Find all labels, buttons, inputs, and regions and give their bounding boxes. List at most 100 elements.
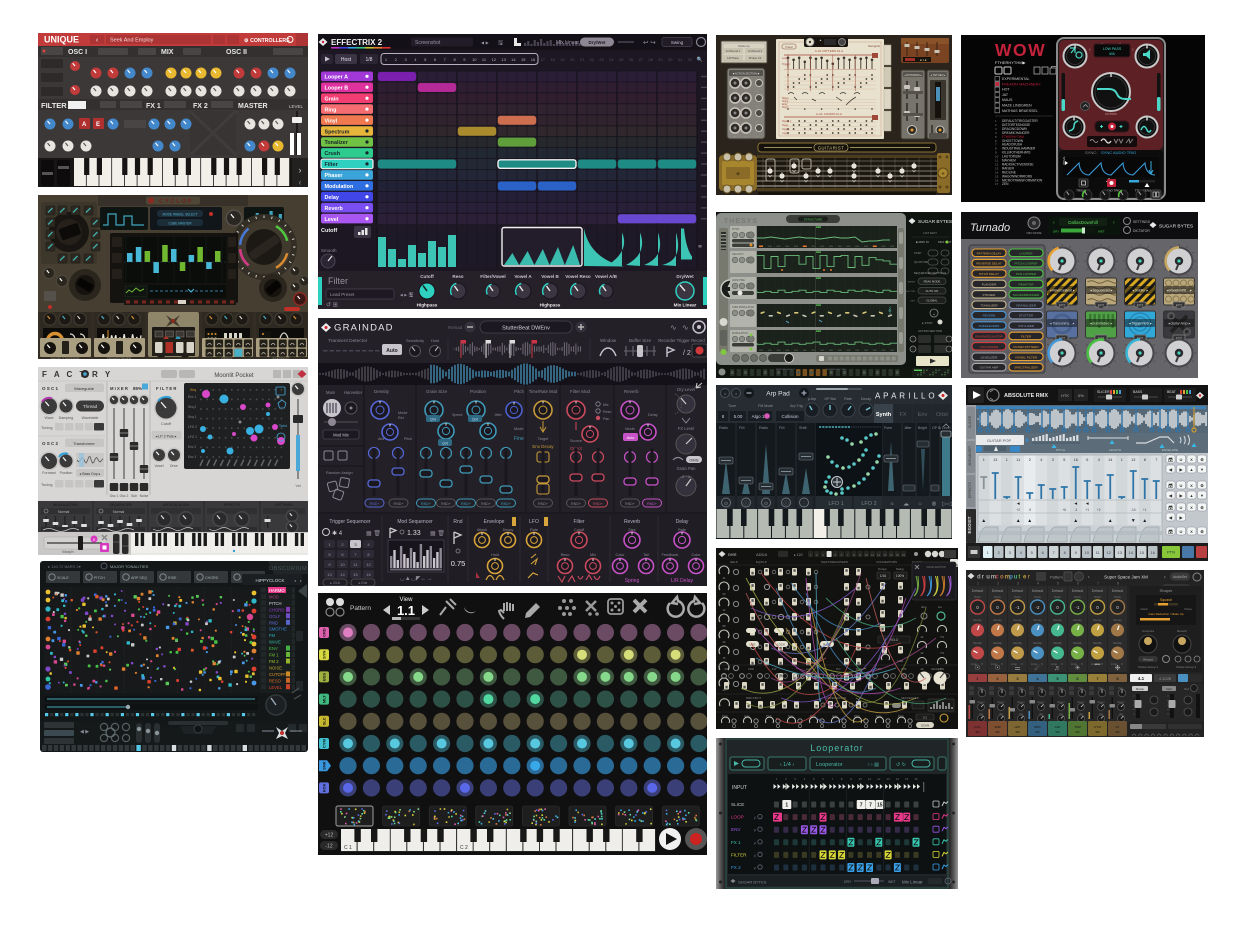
svg-text:16: 16 xyxy=(366,572,371,577)
svg-text:Pitch: Pitch xyxy=(1074,595,1081,599)
svg-text:Choke Group 2: Choke Group 2 xyxy=(1176,665,1197,669)
svg-text:Default: Default xyxy=(972,589,983,593)
svg-text:....: .... xyxy=(734,135,737,138)
svg-text:FM: FM xyxy=(269,633,276,638)
svg-text:MLT: MLT xyxy=(322,695,327,703)
svg-text:0.2: 0.2 xyxy=(923,716,928,720)
svg-text:Modify: Modify xyxy=(1073,641,1082,645)
svg-text:15: 15 xyxy=(521,57,526,62)
svg-text:Seq: Seq xyxy=(190,388,196,392)
svg-text:LEVEL: LEVEL xyxy=(269,685,283,690)
svg-text:Speed: Speed xyxy=(452,413,462,417)
svg-text:10: 10 xyxy=(865,553,869,557)
svg-text:24: 24 xyxy=(609,57,614,62)
svg-text:⊙: ⊙ xyxy=(724,501,728,507)
svg-text:13: 13 xyxy=(1117,550,1122,555)
svg-text:Rel: Rel xyxy=(398,416,404,420)
svg-text:....: .... xyxy=(756,135,759,138)
svg-text:RIPPLE: RIPPLE xyxy=(221,357,232,359)
svg-text:Target: Target xyxy=(538,437,549,441)
svg-text:STEP: STEP xyxy=(914,251,921,255)
svg-text:RND+: RND+ xyxy=(647,502,657,506)
svg-text:LFO 2: LFO 2 xyxy=(188,425,197,429)
svg-text:⚙: ⚙ xyxy=(1200,505,1204,510)
svg-text:FILTER: FILTER xyxy=(731,852,747,857)
svg-text:☄: ☄ xyxy=(1034,663,1040,672)
svg-text:17: 17 xyxy=(995,182,999,186)
svg-text:Wave: Wave xyxy=(44,416,53,420)
svg-text:HELP: HELP xyxy=(730,560,738,564)
svg-text:Pan: Pan xyxy=(603,417,609,421)
svg-text:1/16: 1/16 xyxy=(880,574,886,578)
svg-text:STEP MODULATOR: STEP MODULATOR xyxy=(732,306,754,309)
svg-text:‹: ‹ xyxy=(299,177,302,187)
svg-text:AUTO ON: AUTO ON xyxy=(926,289,939,293)
svg-text:Qnt: Qnt xyxy=(442,441,448,445)
svg-text:DRY: DRY xyxy=(844,880,852,884)
svg-text:RND+: RND+ xyxy=(421,502,431,506)
svg-text:Ratio: Ratio xyxy=(759,426,768,430)
svg-text:Default: Default xyxy=(1112,589,1123,593)
svg-text:Modify: Modify xyxy=(1013,641,1022,645)
svg-text:Hold: Hold xyxy=(491,553,499,557)
svg-text:ZEN: ZEN xyxy=(1002,182,1009,186)
svg-text:CHORD: CHORD xyxy=(205,576,219,580)
svg-text:ENV: ENV xyxy=(731,827,741,832)
svg-text:LOCK: LOCK xyxy=(777,643,785,647)
svg-text:Pitch: Pitch xyxy=(1054,595,1061,599)
svg-text:WAVE EDITOR: WAVE EDITOR xyxy=(926,565,945,569)
svg-text:▼: ▼ xyxy=(1200,467,1204,472)
svg-text:Moonlit Pocket: Moonlit Pocket xyxy=(214,373,254,379)
svg-text:ⓘ: ⓘ xyxy=(783,500,788,507)
svg-text:Jitter: Jitter xyxy=(494,413,503,417)
svg-text:Grain Size: Grain Size xyxy=(426,389,448,394)
svg-text:✱ 4: ✱ 4 xyxy=(332,530,343,537)
svg-text:CUTOFF: CUTOFF xyxy=(1105,112,1117,116)
svg-text:SLICEARRANGER: SLICEARRANGER xyxy=(1013,293,1040,297)
svg-text:Reverb: Reverb xyxy=(624,519,640,525)
svg-text:18: 18 xyxy=(550,57,555,62)
svg-text:+2: +2 xyxy=(1016,508,1020,512)
svg-text:27: 27 xyxy=(639,57,644,62)
svg-text:15: 15 xyxy=(877,803,883,809)
svg-text:u: u xyxy=(1014,575,1018,581)
svg-text:Env 1: Env 1 xyxy=(188,455,196,459)
svg-text:▲: ▲ xyxy=(1027,518,1032,524)
svg-text:ABSOLUTE RMX: ABSOLUTE RMX xyxy=(1004,393,1048,399)
svg-text:WET: WET xyxy=(888,880,897,884)
svg-text:Reload: Reload xyxy=(1143,658,1153,662)
svg-text:Record: Record xyxy=(691,338,705,343)
svg-text:Pitch: Pitch xyxy=(1034,595,1041,599)
svg-text:6: 6 xyxy=(1086,458,1088,462)
svg-text:Modify: Modify xyxy=(1053,641,1062,645)
svg-text:▲: ▲ xyxy=(981,518,986,524)
svg-text:MAUS: MAUS xyxy=(1002,98,1013,102)
svg-text:/ 2: / 2 xyxy=(683,350,691,357)
svg-text:U: U xyxy=(1180,529,1183,534)
svg-text:Seek And Employ: Seek And Employ xyxy=(110,38,154,44)
svg-text:◡▲◡◤←→: ◡▲◡◤←→ xyxy=(399,576,432,582)
svg-text:ACTION SECTION: ACTION SECTION xyxy=(918,329,942,333)
svg-text:GUITAR POP: GUITAR POP xyxy=(987,438,1012,443)
svg-text:›: › xyxy=(299,165,302,175)
svg-text:0.75: 0.75 xyxy=(451,559,466,568)
svg-text:SWING: SWING xyxy=(908,282,916,284)
svg-text:⊙: ⊙ xyxy=(764,501,768,507)
svg-text:3: 3 xyxy=(1017,582,1019,586)
svg-text:RND: RND xyxy=(269,620,278,625)
svg-text:Lead Preset: Lead Preset xyxy=(330,292,355,297)
svg-text:14: 14 xyxy=(340,572,345,577)
svg-text:1: 1 xyxy=(785,803,788,809)
svg-text:Super Space Jam XM: Super Space Jam XM xyxy=(1104,575,1148,580)
svg-text:+2: +2 xyxy=(1097,508,1101,512)
svg-text:Swing: Swing xyxy=(896,567,904,571)
svg-text:Sensitivity: Sensitivity xyxy=(406,338,424,343)
svg-text:15: 15 xyxy=(905,777,909,781)
svg-text:Filter: Filter xyxy=(328,276,348,286)
svg-text:RND+: RND+ xyxy=(593,502,603,506)
svg-text:◂ LP 2 Pole ▸: ◂ LP 2 Pole ▸ xyxy=(155,435,176,439)
svg-text:∿: ∿ xyxy=(670,323,677,332)
svg-text:Modulation: Modulation xyxy=(325,184,354,190)
svg-text:LFO 1: LFO 1 xyxy=(188,435,197,439)
svg-text:▸ 140.72 BARS 2▾: ▸ 140.72 BARS 2▾ xyxy=(48,564,81,569)
